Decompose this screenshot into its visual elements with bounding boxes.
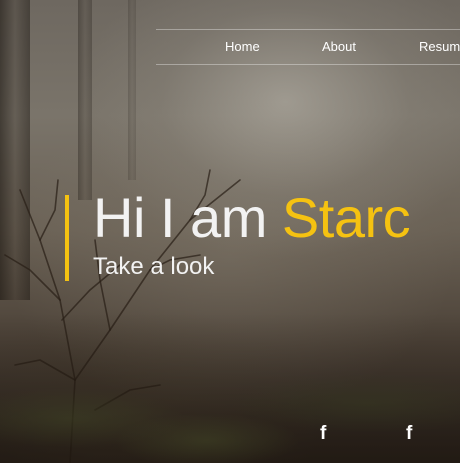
facebook-icon[interactable]: f bbox=[320, 424, 326, 443]
hero-heading: Hi I am Starc bbox=[93, 190, 411, 246]
hero-name: Starc bbox=[281, 186, 411, 249]
forest-floor bbox=[0, 313, 460, 463]
page-background: Home About Resum Hi I am Starc Take a lo… bbox=[0, 0, 460, 463]
hero-subtitle: Take a look bbox=[93, 253, 215, 280]
nav-link-home[interactable]: Home bbox=[225, 39, 260, 54]
hero-accent-bar bbox=[65, 195, 69, 281]
nav-link-resume[interactable]: Resum bbox=[419, 39, 460, 54]
nav-link-about[interactable]: About bbox=[322, 39, 356, 54]
main-navbar: Home About Resum bbox=[156, 29, 460, 65]
hero-greeting: Hi I am bbox=[93, 186, 282, 249]
facebook-icon[interactable]: f bbox=[406, 424, 412, 443]
